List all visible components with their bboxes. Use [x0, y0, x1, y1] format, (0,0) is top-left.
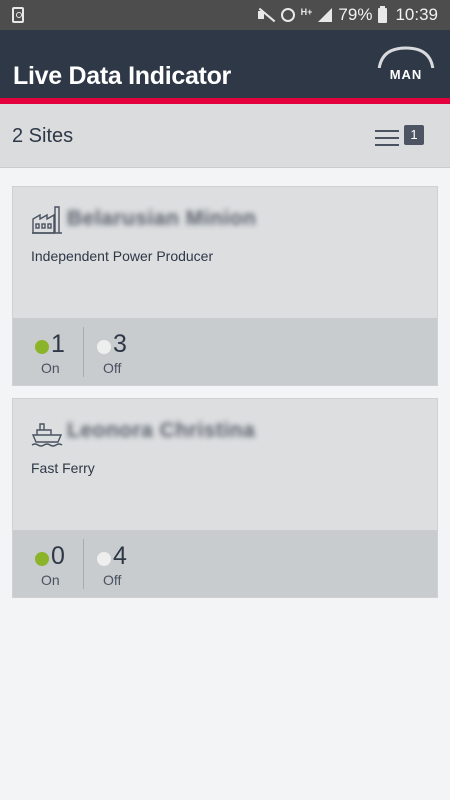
site-status-footer: 0 On 4 Off	[13, 530, 437, 597]
filter-badge[interactable]: 1	[404, 125, 424, 145]
alarm-icon	[280, 8, 295, 22]
network-type-label: H+	[300, 6, 313, 17]
battery-icon	[378, 5, 388, 23]
man-logo: MAN	[376, 46, 436, 82]
sites-toolbar: 2 Sites	[0, 104, 450, 168]
off-count: 3	[113, 330, 127, 358]
site-type: Independent Power Producer	[31, 248, 214, 264]
off-status: 3 Off	[97, 330, 157, 378]
on-indicator-dot	[35, 340, 49, 354]
site-type: Fast Ferry	[31, 460, 95, 476]
menu-icon[interactable]	[375, 128, 399, 148]
on-count: 0	[51, 542, 65, 570]
site-card-header: Belarusian Minion	[31, 203, 256, 235]
signal-icon	[318, 8, 333, 22]
site-name: Leonora Christina	[67, 419, 256, 442]
status-icons: H+ 79% 10:39	[257, 4, 438, 26]
sites-count: 2 Sites	[12, 125, 74, 147]
off-indicator-dot	[97, 340, 111, 354]
on-indicator-dot	[35, 552, 49, 566]
battery-percent: 79%	[338, 5, 373, 24]
off-label: Off	[103, 572, 122, 588]
on-status: 0 On	[35, 542, 95, 590]
on-status: 1 On	[35, 330, 95, 378]
site-status-footer: 1 On 3 Off	[13, 318, 437, 385]
site-card[interactable]: Belarusian Minion Independent Power Prod…	[12, 186, 438, 386]
on-label: On	[41, 360, 60, 376]
site-card[interactable]: Leonora Christina Fast Ferry 0 On 4 Off	[12, 398, 438, 598]
ship-icon	[31, 423, 63, 447]
app-title: Live Data Indicator	[13, 62, 231, 90]
status-bar: H+ 79% 10:39	[0, 0, 450, 30]
site-card-header: Leonora Christina	[31, 415, 255, 447]
sync-notification-icon	[12, 7, 24, 23]
off-indicator-dot	[97, 552, 111, 566]
on-label: On	[41, 572, 60, 588]
off-label: Off	[103, 360, 122, 376]
site-name: Belarusian Minion	[67, 207, 257, 230]
clock: 10:39	[395, 5, 438, 24]
status-divider	[83, 539, 84, 589]
man-logo-text: MAN	[390, 67, 423, 82]
off-count: 4	[113, 542, 127, 570]
app-header: Live Data Indicator MAN	[0, 30, 450, 98]
mute-icon	[257, 8, 275, 22]
factory-icon	[32, 206, 62, 234]
off-status: 4 Off	[97, 542, 157, 590]
status-divider	[83, 327, 84, 377]
on-count: 1	[51, 330, 65, 358]
